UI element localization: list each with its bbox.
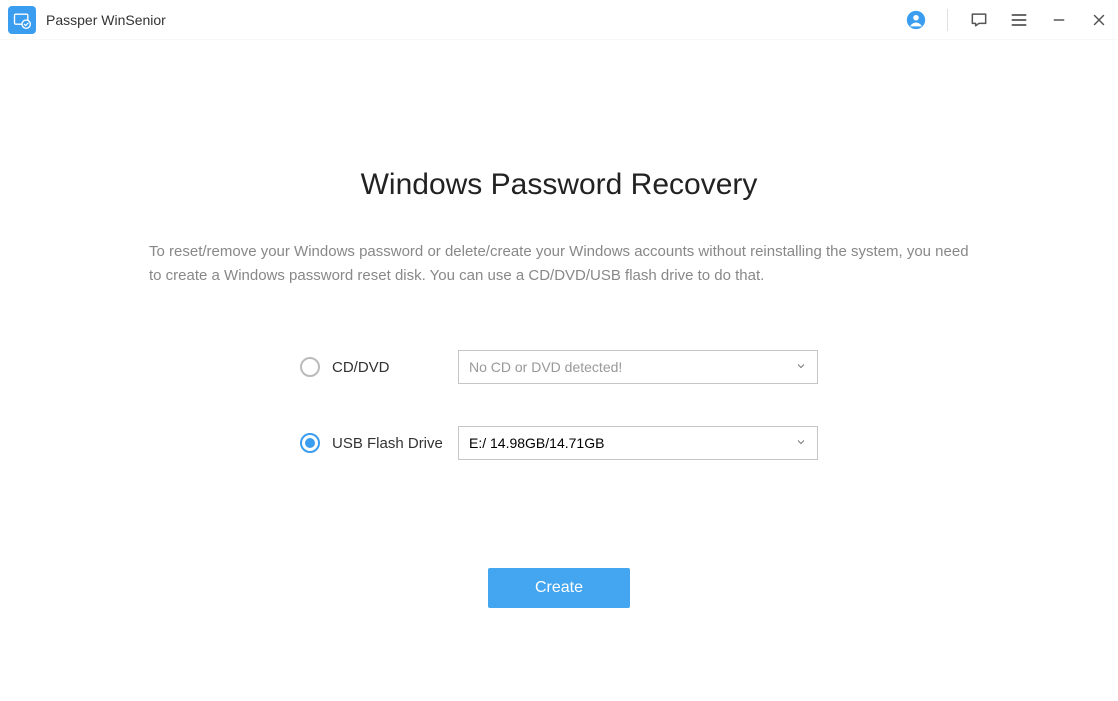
user-account-icon[interactable] bbox=[905, 9, 927, 31]
menu-icon[interactable] bbox=[1008, 9, 1030, 31]
close-button[interactable] bbox=[1088, 9, 1110, 31]
app-title: Passper WinSenior bbox=[46, 12, 905, 28]
dropdown-usb-value: E:/ 14.98GB/14.71GB bbox=[469, 435, 604, 451]
create-button[interactable]: Create bbox=[488, 568, 630, 608]
option-label-cd-dvd: CD/DVD bbox=[332, 359, 458, 376]
radio-usb[interactable] bbox=[300, 433, 320, 453]
titlebar: Passper WinSenior bbox=[0, 0, 1118, 40]
feedback-icon[interactable] bbox=[968, 9, 990, 31]
description-text: To reset/remove your Windows password or… bbox=[149, 240, 969, 288]
radio-cd-dvd[interactable] bbox=[300, 357, 320, 377]
app-logo-icon bbox=[8, 6, 36, 34]
option-row-cd-dvd: CD/DVD No CD or DVD detected! bbox=[300, 350, 818, 384]
dropdown-cd-dvd[interactable]: No CD or DVD detected! bbox=[458, 350, 818, 384]
media-options: CD/DVD No CD or DVD detected! USB Flash … bbox=[300, 350, 818, 460]
title-actions bbox=[905, 9, 1110, 31]
minimize-button[interactable] bbox=[1048, 9, 1070, 31]
option-row-usb: USB Flash Drive E:/ 14.98GB/14.71GB bbox=[300, 426, 818, 460]
dropdown-usb[interactable]: E:/ 14.98GB/14.71GB bbox=[458, 426, 818, 460]
chevron-down-icon bbox=[795, 435, 807, 451]
page-title: Windows Password Recovery bbox=[361, 168, 758, 202]
divider bbox=[947, 9, 948, 31]
dropdown-cd-dvd-value: No CD or DVD detected! bbox=[469, 359, 622, 375]
main-content: Windows Password Recovery To reset/remov… bbox=[0, 40, 1118, 608]
option-label-usb: USB Flash Drive bbox=[332, 435, 458, 452]
chevron-down-icon bbox=[795, 359, 807, 375]
